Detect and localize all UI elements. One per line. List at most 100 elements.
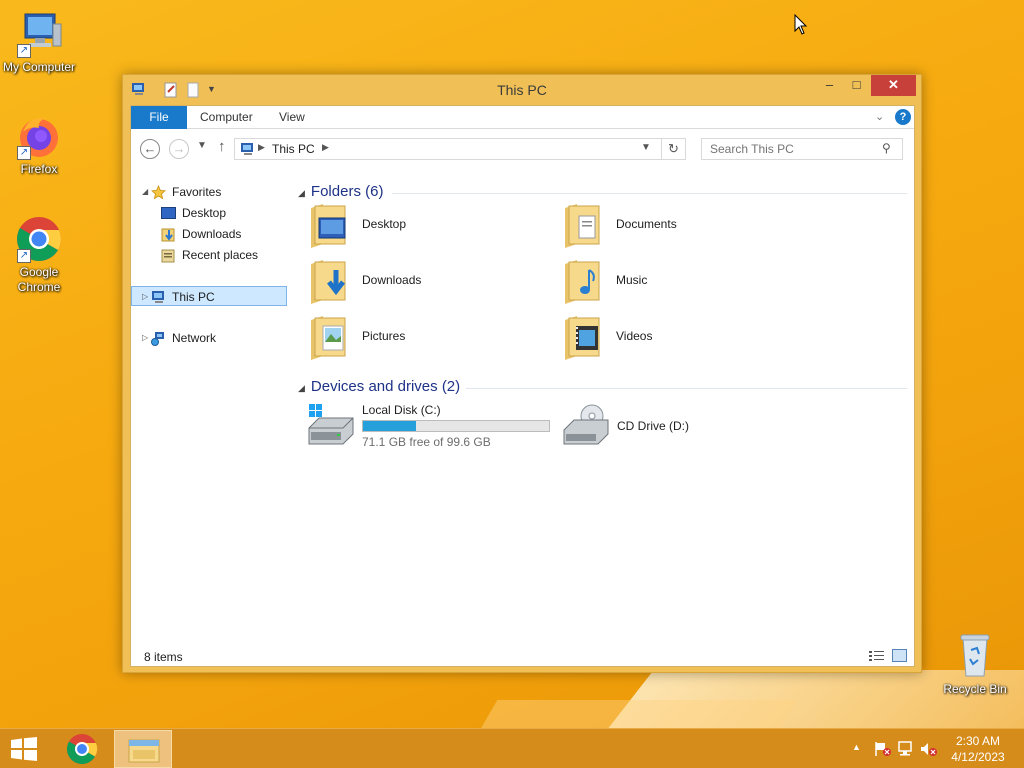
sidebar-item-desktop[interactable]: Desktop [131, 203, 291, 223]
minimize-button[interactable]: – [816, 75, 843, 96]
chrome-icon [66, 734, 98, 765]
wallpaper-light-ray [462, 700, 798, 728]
collapse-arrow-icon[interactable]: ▷ [142, 287, 148, 307]
sidebar-item-network[interactable]: ▷ Network [131, 328, 291, 348]
recent-locations-chevron-icon[interactable]: ▼ [197, 140, 207, 151]
sidebar-item-downloads[interactable]: Downloads [131, 224, 291, 244]
tab-computer[interactable]: Computer [187, 106, 266, 129]
folder-label: Downloads [362, 273, 422, 287]
recent-places-icon [161, 248, 176, 269]
tab-view[interactable]: View [266, 106, 318, 129]
recycle-bin-icon [951, 632, 999, 680]
folders-group-header[interactable]: ◢ Folders (6) [298, 183, 383, 200]
clock-time[interactable]: 2:30 AM [948, 734, 1008, 748]
desktop-icon-recycle-bin[interactable]: Recycle Bin [935, 632, 1015, 697]
title-bar[interactable]: ▼ This PC – □ ✕ [123, 75, 921, 105]
network-status-icon[interactable] [897, 741, 915, 760]
folder-tile-desktop[interactable]: Desktop [309, 200, 559, 250]
desktop: ↗ My Computer ↗ Firefox ↗ Google Chrome … [0, 0, 1024, 728]
downloads-folder-icon [309, 256, 353, 304]
desktop-icon-firefox[interactable]: ↗ Firefox [0, 112, 79, 177]
sidebar-item-this-pc[interactable]: ▷ This PC [131, 286, 287, 306]
large-icons-view-icon[interactable] [892, 649, 907, 662]
address-dropdown-chevron-icon[interactable]: ▼ [641, 142, 651, 153]
sidebar-item-label: Recent places [182, 248, 259, 262]
maximize-button[interactable]: □ [843, 75, 870, 96]
shortcut-arrow-icon: ↗ [17, 146, 31, 160]
group-divider [466, 388, 907, 389]
taskbar-file-explorer-button[interactable] [114, 730, 172, 768]
drive-label: Local Disk (C:) [362, 403, 441, 417]
sidebar-item-label: This PC [172, 290, 215, 304]
close-button[interactable]: ✕ [871, 75, 916, 96]
start-button[interactable] [10, 737, 38, 761]
sidebar-item-label: Network [172, 331, 217, 345]
search-box: ⚲ [701, 138, 903, 160]
desktop-icon-my-computer[interactable]: ↗ My Computer [0, 10, 79, 75]
folder-tile-music[interactable]: Music [563, 256, 813, 306]
music-folder-icon [563, 256, 607, 304]
drive-tile-cd-drive-d[interactable]: CD Drive (D:) [562, 402, 812, 452]
file-explorer-icon [128, 739, 160, 763]
drive-tile-local-disk-c[interactable]: Local Disk (C:) 71.1 GB free of 99.6 GB [307, 402, 557, 452]
chrome-icon: ↗ [15, 215, 63, 263]
collapse-arrow-icon[interactable]: ▷ [142, 328, 148, 348]
folders-group-title: Folders (6) [310, 183, 384, 200]
refresh-button[interactable]: ↻ [662, 138, 686, 160]
desktop-icon-label: My Computer [2, 60, 76, 74]
breadcrumb-this-pc[interactable]: This PC [272, 142, 315, 156]
navigation-bar: ← → ▼ ↑ ▶ This PC ▶ ▼ ↻ ⚲ [131, 130, 914, 168]
devices-group-header[interactable]: ◢ Devices and drives (2) [298, 378, 460, 395]
folder-tile-pictures[interactable]: Pictures [309, 312, 559, 362]
folder-tile-videos[interactable]: Videos [563, 312, 813, 362]
search-input[interactable] [703, 140, 878, 158]
clock-date[interactable]: 4/12/2023 [948, 750, 1008, 764]
collapse-arrow-icon[interactable]: ◢ [298, 188, 305, 198]
taskbar-chrome-button[interactable] [62, 731, 102, 767]
status-bar: 8 items [131, 646, 914, 667]
folder-label: Pictures [362, 329, 406, 343]
drive-label: CD Drive (D:) [617, 419, 689, 433]
desktop-icon-label: Firefox [20, 162, 58, 176]
this-pc-icon [151, 290, 167, 310]
shortcut-arrow-icon: ↗ [17, 44, 31, 58]
sidebar-item-favorites[interactable]: ◢ Favorites [131, 182, 291, 202]
drive-usage-bar [362, 420, 550, 432]
action-center-flag-icon[interactable] [874, 741, 892, 760]
windows-logo-icon [11, 737, 37, 761]
desktop-icon [161, 206, 176, 226]
videos-folder-icon [563, 312, 607, 360]
folder-label: Videos [616, 329, 653, 343]
back-button[interactable]: ← [140, 139, 160, 159]
breadcrumb-separator-icon[interactable]: ▶ [258, 142, 265, 153]
address-bar[interactable]: ▶ This PC ▶ ▼ [234, 138, 662, 160]
forward-button[interactable]: → [169, 139, 189, 159]
help-icon[interactable]: ? [895, 109, 911, 125]
desktop-icon-label: Google Chrome [17, 265, 61, 294]
cd-drive-icon [562, 404, 610, 451]
desktop-icon-google-chrome[interactable]: ↗ Google Chrome [0, 215, 79, 295]
folder-label: Documents [616, 217, 677, 231]
expand-ribbon-chevron-icon[interactable]: ⌄ [875, 110, 884, 123]
this-pc-icon [240, 142, 256, 159]
tab-file[interactable]: File [131, 106, 187, 129]
show-hidden-icons-chevron-icon[interactable]: ▲ [852, 742, 861, 752]
folder-label: Music [616, 273, 648, 287]
computer-icon: ↗ [15, 10, 63, 58]
desktop-folder-icon [309, 200, 353, 248]
up-button[interactable]: ↑ [218, 138, 226, 155]
folder-tile-documents[interactable]: Documents [563, 200, 813, 250]
sidebar-item-recent-places[interactable]: Recent places [131, 245, 291, 265]
content-pane: ◢ Folders (6) Desktop Documents Download… [294, 170, 911, 640]
folder-tile-downloads[interactable]: Downloads [309, 256, 559, 306]
system-tray: ▲ 2:30 AM 4/12/2023 [848, 729, 1024, 768]
expand-arrow-icon[interactable]: ◢ [142, 182, 148, 202]
volume-muted-icon[interactable] [920, 741, 938, 760]
explorer-body: File Computer View ⌄ ? ← → ▼ ↑ ▶ This PC… [130, 105, 915, 667]
breadcrumb-separator-icon[interactable]: ▶ [322, 142, 329, 153]
network-icon [151, 331, 167, 352]
collapse-arrow-icon[interactable]: ◢ [298, 383, 305, 393]
desktop-icon-label: Recycle Bin [943, 682, 1007, 696]
details-view-icon[interactable] [869, 650, 884, 662]
search-icon[interactable]: ⚲ [882, 141, 891, 155]
